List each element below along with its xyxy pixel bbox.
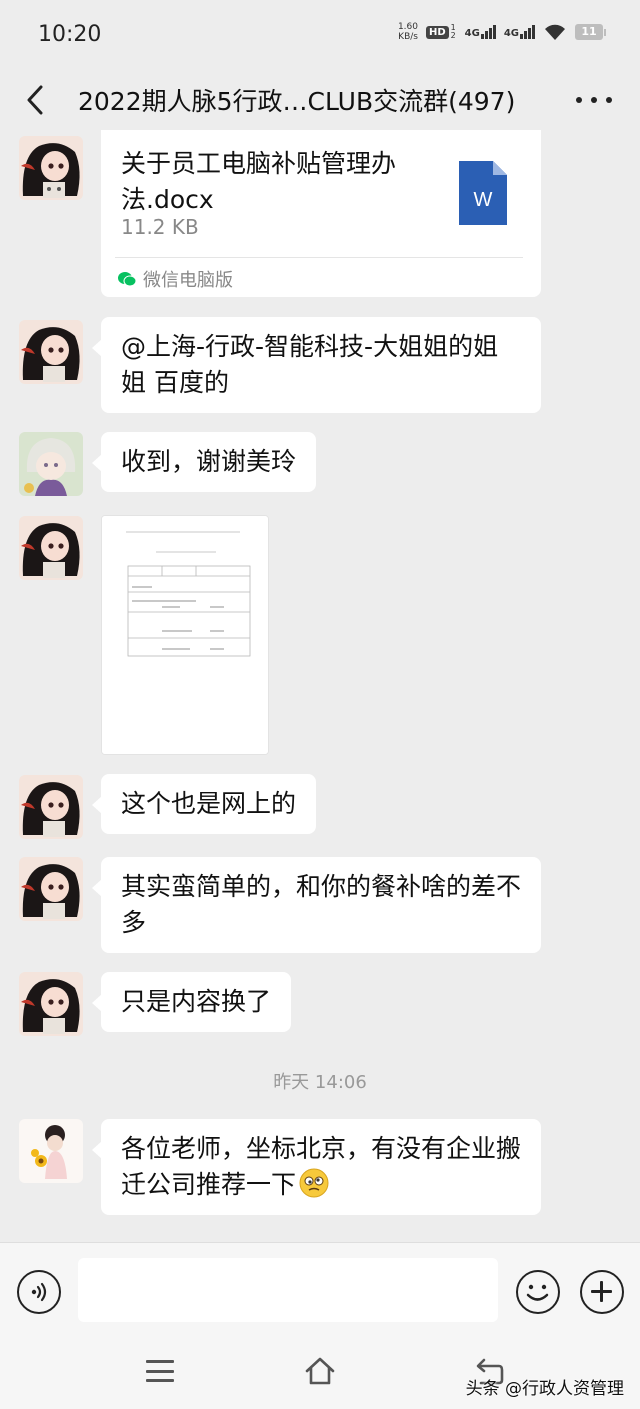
- avatar-girl-sunflower-icon: [19, 1119, 83, 1183]
- message-bubble[interactable]: 其实蛮简单的，和你的餐补啥的差不多: [92, 857, 541, 953]
- message-list[interactable]: 关于员工电脑补贴管理办法.docx 11.2 KB W 微信电脑版 @上海-行政…: [0, 130, 640, 1242]
- avatar[interactable]: [19, 972, 83, 1036]
- wechat-icon: [118, 272, 137, 287]
- dizzy-face-emoji-icon: [299, 1168, 329, 1198]
- voice-icon: [31, 1282, 47, 1302]
- message-bubble[interactable]: 收到，谢谢美玲: [91, 432, 317, 492]
- chat-title: 2022期人脉5行政…CLUB交流群(497): [78, 87, 516, 116]
- file-message[interactable]: 关于员工电脑补贴管理办法.docx 11.2 KB W 微信电脑版: [101, 130, 541, 297]
- status-time: 10:20: [38, 22, 102, 47]
- avatar-girl-icon: [19, 516, 83, 580]
- svg-text:W: W: [474, 189, 493, 211]
- timestamp: 昨天 14:06: [273, 1072, 367, 1093]
- signal-icon-2: 4G: [504, 25, 535, 39]
- status-icons: 1.60 KB/s HD 1 2 4G 4G 11: [398, 22, 606, 42]
- file-name: 关于员工电脑补贴管理办法.docx: [121, 149, 397, 214]
- image-message[interactable]: [101, 515, 269, 755]
- signal-icon-1: 4G: [465, 25, 496, 39]
- battery-icon: 11: [575, 24, 606, 40]
- document-thumbnail-icon: [102, 516, 268, 754]
- input-bar: [0, 1242, 640, 1342]
- back-button[interactable]: [20, 82, 50, 118]
- avatar[interactable]: [19, 320, 83, 384]
- avatar-girl-icon: [19, 775, 83, 839]
- message-bubble[interactable]: @上海-行政-智能科技-大姐姐的姐姐 百度的: [92, 317, 541, 413]
- status-bar: 10:20 1.60 KB/s HD 1 2 4G 4G 11: [0, 0, 640, 70]
- hd-sub: 1 2: [450, 23, 456, 40]
- message-input[interactable]: [78, 1258, 498, 1322]
- hd-icon: HD: [425, 25, 449, 39]
- avatar-girl-icon: [19, 320, 83, 384]
- avatar-girl-icon: [19, 136, 83, 200]
- divider: [115, 257, 523, 258]
- chat-header: 2022期人脉5行政…CLUB交流群(497): [0, 70, 640, 130]
- avatar[interactable]: [19, 775, 83, 839]
- avatar-anime-boy-icon: [19, 432, 83, 496]
- file-size: 11.2 KB: [121, 215, 199, 239]
- chevron-left-icon: [27, 85, 43, 115]
- dot-icon: [606, 97, 612, 103]
- more-functions-button[interactable]: [580, 1270, 624, 1314]
- smiley-icon: [526, 1284, 549, 1301]
- message-bubble[interactable]: 各位老师，坐标北京，有没有企业搬迁公司推荐一下: [92, 1119, 541, 1215]
- voice-input-button[interactable]: [17, 1270, 61, 1314]
- word-document-icon: W: [459, 161, 507, 225]
- avatar-girl-icon: [19, 857, 83, 921]
- message-bubble[interactable]: 只是内容换了: [91, 972, 292, 1032]
- avatar[interactable]: [19, 1119, 83, 1183]
- wifi-icon: [545, 24, 565, 40]
- watermark: 头条 @行政人资管理: [465, 1379, 624, 1399]
- dot-icon: [576, 97, 582, 103]
- avatar[interactable]: [19, 857, 83, 921]
- emoji-button[interactable]: [516, 1270, 560, 1314]
- dot-icon: [591, 97, 597, 103]
- avatar-girl-icon: [19, 972, 83, 1036]
- avatar[interactable]: [19, 516, 83, 580]
- network-speed: 1.60 KB/s: [397, 22, 418, 42]
- avatar[interactable]: [19, 432, 83, 496]
- message-bubble[interactable]: 这个也是网上的: [91, 774, 317, 834]
- more-options-button[interactable]: [576, 86, 612, 114]
- file-source: 微信电脑版: [117, 266, 233, 292]
- system-nav-bar: 头条 @行政人资管理: [0, 1342, 640, 1409]
- menu-icon[interactable]: [146, 1360, 174, 1382]
- home-icon[interactable]: [304, 1356, 336, 1386]
- avatar[interactable]: [19, 136, 83, 200]
